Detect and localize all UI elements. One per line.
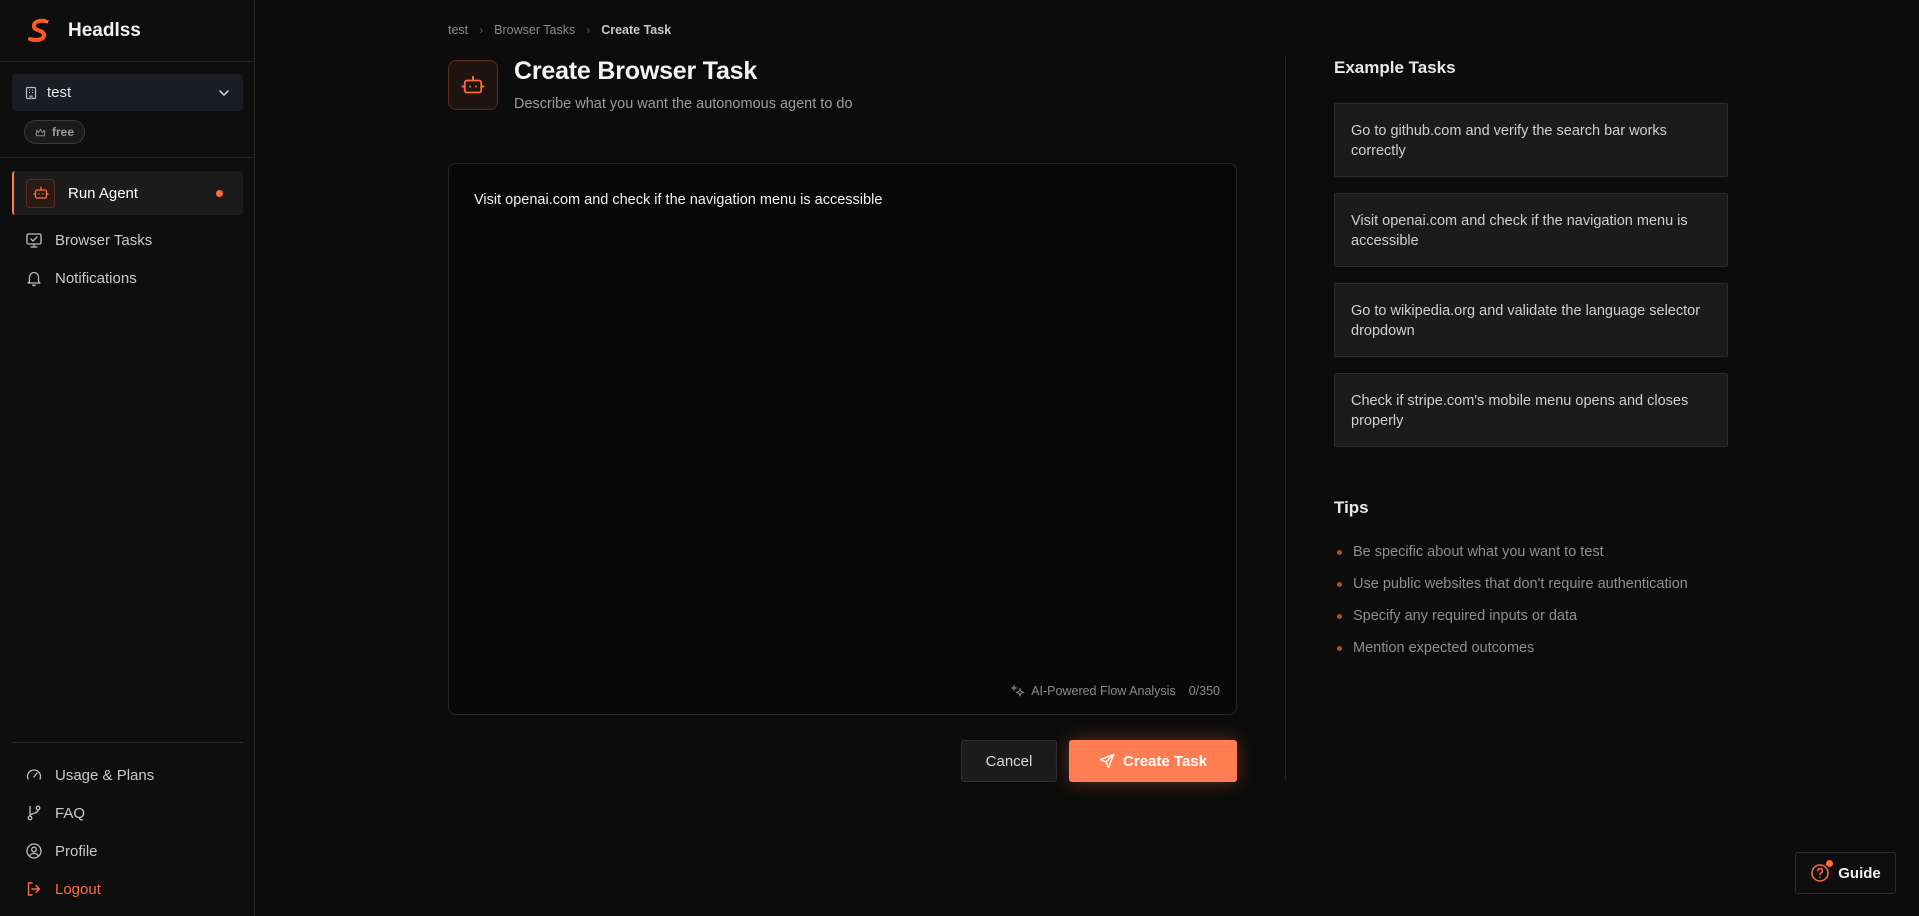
- breadcrumb-current: Create Task: [601, 23, 672, 37]
- send-icon: [1099, 753, 1115, 769]
- nav-label: FAQ: [55, 804, 86, 822]
- tip-item: Mention expected outcomes: [1334, 640, 1534, 656]
- guide-label: Guide: [1838, 864, 1881, 882]
- tip-text: Use public websites that don't require a…: [1353, 576, 1688, 592]
- workspace-name: test: [47, 84, 72, 101]
- tip-item: Use public websites that don't require a…: [1334, 576, 1688, 592]
- example-task-card[interactable]: Go to github.com and verify the search b…: [1334, 103, 1728, 177]
- cancel-button[interactable]: Cancel: [961, 740, 1057, 782]
- nav-notifications[interactable]: Notifications: [12, 256, 243, 300]
- git-branch-icon: [25, 804, 43, 822]
- page-title: Create Browser Task: [514, 57, 758, 85]
- plan-badge: free: [24, 120, 86, 144]
- chevron-right-icon: ›: [479, 23, 484, 37]
- example-task-card[interactable]: Visit openai.com and check if the naviga…: [1334, 193, 1728, 267]
- monitor-icon: [25, 231, 43, 249]
- nav-label: Profile: [55, 842, 98, 860]
- notification-dot: [216, 189, 223, 197]
- create-task-button[interactable]: Create Task: [1069, 740, 1237, 782]
- chevron-down-icon: [219, 89, 229, 96]
- example-task-card[interactable]: Go to wikipedia.org and validate the lan…: [1334, 283, 1728, 357]
- char-counter: 0/350: [1188, 684, 1220, 698]
- nav-run-agent[interactable]: Run Agent: [12, 171, 243, 215]
- user-circle-icon: [25, 842, 43, 860]
- sparkles-icon: [1011, 684, 1025, 697]
- nav-label: Notifications: [55, 269, 137, 287]
- task-input-box: Visit openai.com and check if the naviga…: [448, 163, 1237, 715]
- plan-label: free: [52, 125, 75, 139]
- brand-name: Headlss: [68, 19, 141, 41]
- ai-analysis-label: AI-Powered Flow Analysis: [1031, 684, 1176, 698]
- example-task-card[interactable]: Check if stripe.com's mobile menu opens …: [1334, 373, 1728, 447]
- task-footer: AI-Powered Flow Analysis 0/350: [1011, 684, 1220, 698]
- divider: [12, 742, 243, 743]
- robot-icon: [26, 178, 55, 208]
- brand[interactable]: Headlss: [0, 0, 254, 62]
- create-task-label: Create Task: [1123, 752, 1207, 770]
- bullet-icon: [1337, 645, 1342, 651]
- tip-item: Be specific about what you want to test: [1334, 544, 1604, 560]
- breadcrumb-item[interactable]: Browser Tasks: [494, 23, 575, 37]
- nav-label: Run Agent: [68, 184, 139, 202]
- bullet-icon: [1337, 613, 1342, 619]
- tips-title: Tips: [1334, 498, 1369, 517]
- divider: [0, 157, 255, 158]
- notification-dot: [1826, 860, 1834, 867]
- workspace-select[interactable]: test: [12, 74, 243, 111]
- nav-logout[interactable]: Logout: [12, 867, 243, 911]
- gauge-icon: [25, 766, 43, 784]
- examples-title: Example Tasks: [1334, 58, 1456, 77]
- robot-icon: [448, 60, 498, 110]
- tip-text: Be specific about what you want to test: [1353, 544, 1604, 560]
- nav-label: Logout: [55, 880, 101, 898]
- tip-item: Specify any required inputs or data: [1334, 608, 1577, 624]
- guide-button[interactable]: Guide: [1795, 852, 1896, 894]
- sidebar: Headlss test free Run Agent Browser Task…: [0, 0, 255, 916]
- breadcrumb-item[interactable]: test: [448, 23, 468, 37]
- bullet-icon: [1337, 549, 1342, 555]
- tip-text: Specify any required inputs or data: [1353, 608, 1578, 624]
- bullet-icon: [1337, 581, 1342, 587]
- task-description-input[interactable]: Visit openai.com and check if the naviga…: [474, 192, 1214, 572]
- help-circle-icon: [1810, 860, 1834, 883]
- logout-icon: [25, 880, 43, 898]
- tip-text: Mention expected outcomes: [1353, 640, 1535, 656]
- chevron-right-icon: ›: [586, 23, 591, 37]
- breadcrumb: test › Browser Tasks › Create Task: [448, 23, 671, 37]
- nav-label: Browser Tasks: [55, 231, 153, 249]
- crown-icon: [35, 128, 46, 136]
- nav-label: Usage & Plans: [55, 766, 155, 784]
- logo-icon: [28, 18, 49, 42]
- bell-icon: [25, 269, 43, 287]
- building-icon: [25, 86, 37, 99]
- page-subtitle: Describe what you want the autonomous ag…: [514, 96, 853, 112]
- vertical-divider: [1285, 55, 1286, 781]
